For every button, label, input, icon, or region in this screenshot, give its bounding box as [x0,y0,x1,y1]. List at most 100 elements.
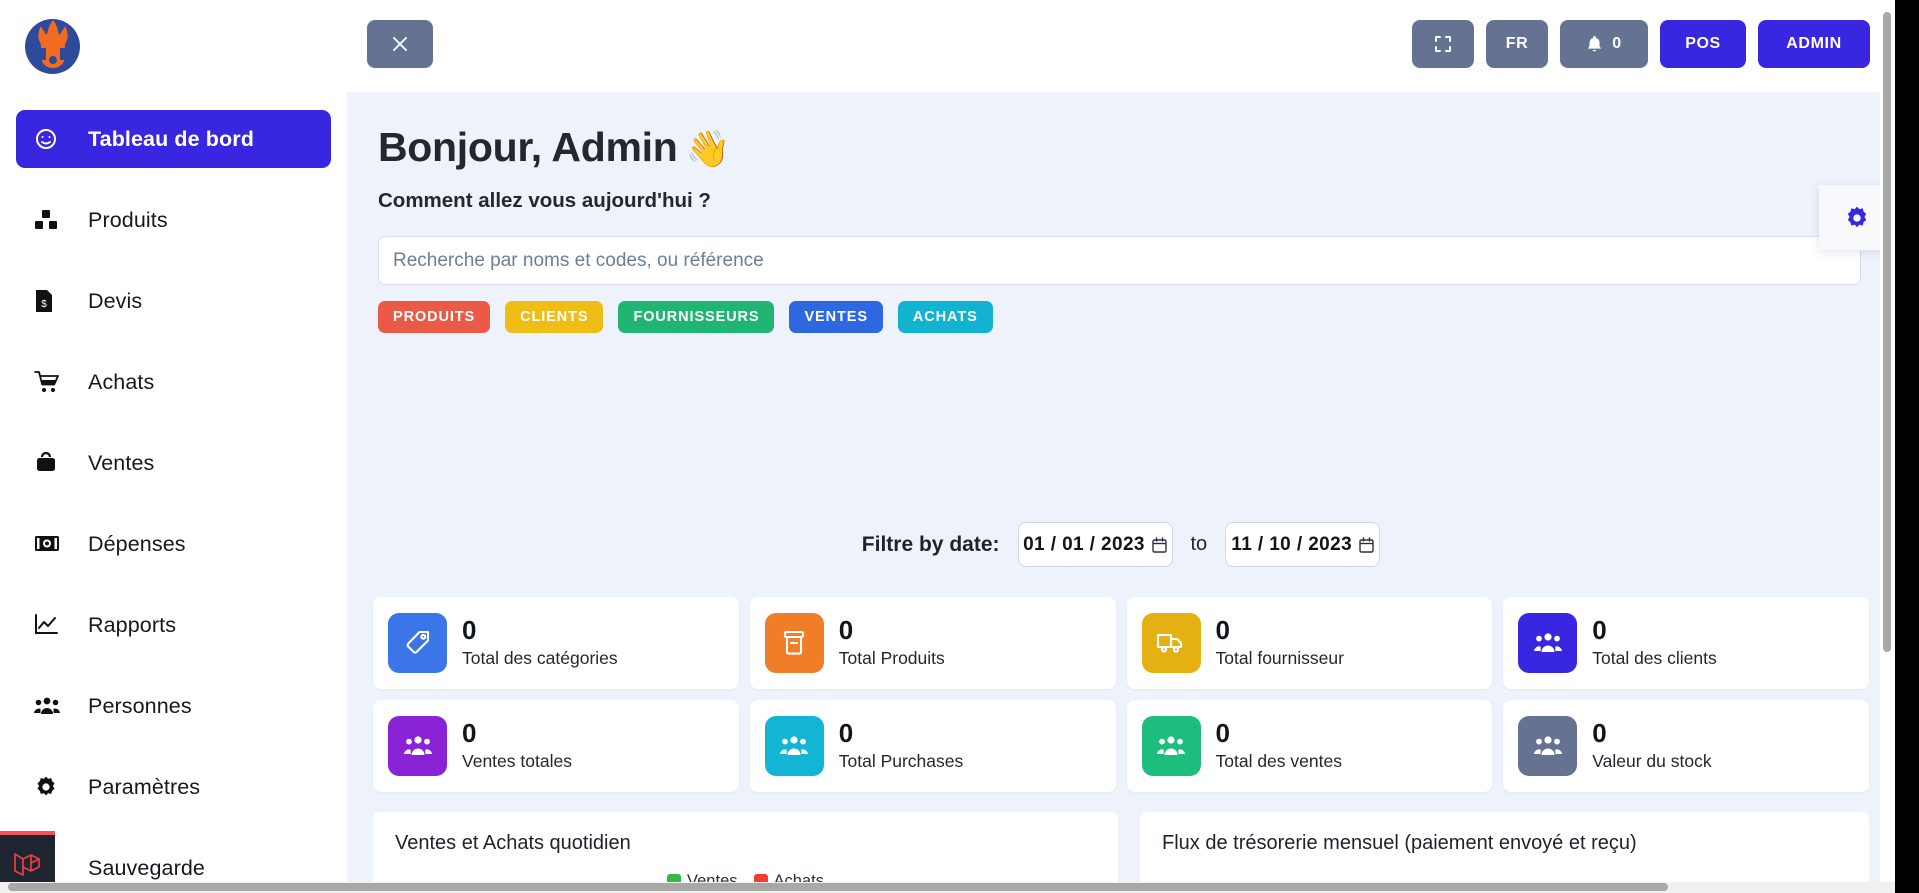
chip-clients[interactable]: CLIENTS [505,301,604,333]
stat-label: Total fournisseur [1215,648,1344,669]
gear-icon [1847,206,1867,227]
sidebar-item-label: Rapports [88,612,177,637]
close-button[interactable] [367,20,433,68]
users-icon [1141,716,1201,776]
chart-title: Flux de trésorerie mensuel (paiement env… [1162,832,1637,854]
calendar-icon [1152,536,1167,553]
stat-label: Total des ventes [1215,751,1342,772]
stat-card-total-clients[interactable]: 0 Total des clients [1503,597,1869,689]
users-icon [1518,613,1578,673]
stat-label: Total des clients [1592,648,1717,669]
firecat-logo-icon [38,20,68,68]
sidebar-item-parametres[interactable]: Paramètres [16,758,331,816]
chart-panel-monthly-cashflow: Flux de trésorerie mensuel (paiement env… [1140,812,1869,893]
sidebar-item-label: Devis [88,288,143,313]
stat-card-total-categories[interactable]: 0 Total des catégories [373,597,739,689]
bell-icon [1588,35,1602,51]
sidebar-item-depenses[interactable]: Dépenses [16,515,331,573]
language-button[interactable]: FR [1486,20,1548,68]
stat-label: Ventes totales [462,751,572,772]
quote-document-icon: $ [34,288,68,314]
sidebar-item-personnes[interactable]: Personnes [16,677,331,735]
main-content: Bonjour, Admin 👋 Comment allez vous aujou… [347,92,1895,893]
chart-title: Ventes et Achats quotidien [395,832,631,854]
admin-label: ADMIN [1786,35,1842,52]
stat-text: 0 Total Purchases [838,717,964,772]
stat-value: 0 [1215,717,1230,748]
stat-label: Total Purchases [838,751,964,772]
stat-value: 0 [1215,614,1230,645]
dashboard-icon [34,126,68,152]
date-from-input[interactable]: 01 / 01 / 2023 [1017,522,1173,567]
sidebar-item-label: Ventes [88,450,155,475]
stat-card-total-purchases[interactable]: 0 Total Purchases [749,700,1116,792]
laravel-logo-icon [13,853,40,876]
sidebar-item-devis[interactable]: $ Devis [16,272,331,330]
chip-fournisseurs[interactable]: FOURNISSEURS [618,301,775,333]
users-icon [1518,716,1578,776]
sidebar-item-produits[interactable]: Produits [16,191,331,249]
boxes-icon [34,207,68,233]
stat-label: Total Produits [838,648,945,669]
admin-button[interactable]: ADMIN [1758,20,1870,68]
window-right-gutter [1895,0,1919,893]
app-logo[interactable] [22,14,84,76]
sidebar-item-label: Produits [88,207,168,232]
stat-value: 0 [462,614,477,645]
date-filter: Filtre by date: 01 / 01 / 2023 to 11 / 1… [347,522,1895,567]
box-icon [764,613,824,673]
sidebar-item-label: Achats [88,369,155,394]
notifications-button[interactable]: 0 [1560,20,1648,68]
notification-count: 0 [1612,35,1622,52]
header-actions: FR 0 POS ADMIN [1412,20,1870,68]
date-range-separator: to [1190,533,1208,555]
stat-card-ventes-totales[interactable]: 0 Ventes totales [373,700,739,792]
pos-button[interactable]: POS [1660,20,1746,68]
date-filter-label: Filtre by date: [861,532,1000,556]
chip-ventes[interactable]: VENTES [789,301,883,333]
horizontal-scrollbar-thumb[interactable] [8,883,1668,891]
search-input[interactable] [378,236,1861,285]
stat-label: Valeur du stock [1592,751,1712,772]
users-icon [388,716,447,776]
date-to-value: 11 / 10 / 2023 [1231,533,1353,555]
sidebar-item-ventes[interactable]: Ventes [16,434,331,492]
page-title: Bonjour, Admin 👋 [378,124,730,171]
stats-grid: 0 Total des catégories 0 Total Produits [373,597,1869,792]
chip-produits[interactable]: PRODUITS [378,301,491,333]
stat-text: 0 Valeur du stock [1592,717,1712,772]
stat-value: 0 [1592,614,1607,645]
sidebar: Tableau de bord Produits $ Devis Achats … [0,0,347,893]
stat-value: 0 [838,614,854,645]
vertical-scrollbar-thumb[interactable] [1883,12,1891,652]
gear-icon [34,774,68,800]
date-to-input[interactable]: 11 / 10 / 2023 [1225,522,1381,567]
stat-card-total-produits[interactable]: 0 Total Produits [749,597,1116,689]
stat-card-valeur-du-stock[interactable]: 0 Valeur du stock [1503,700,1869,792]
language-label: FR [1505,35,1529,52]
stat-text: 0 Total des ventes [1215,717,1342,772]
sidebar-item-rapports[interactable]: Rapports [16,596,331,654]
greeting-text: Bonjour, Admin [378,124,678,170]
wave-emoji: 👋 [685,128,731,169]
truck-icon [1141,613,1201,673]
page-subtitle: Comment allez vous aujourd'hui ? [378,189,711,212]
stat-card-total-des-ventes[interactable]: 0 Total des ventes [1126,700,1493,792]
stat-value: 0 [838,717,854,748]
stat-value: 0 [1592,717,1607,748]
sidebar-item-label: Tableau de bord [88,126,254,151]
chart-panel-daily-sales-purchases: Ventes et Achats quotidien Ventes Achats… [373,812,1118,893]
quick-filter-chips: PRODUITS CLIENTS FOURNISSEURS VENTES ACH… [378,301,993,333]
sidebar-item-label: Paramètres [88,774,201,799]
stat-card-total-fournisseur[interactable]: 0 Total fournisseur [1126,597,1493,689]
stat-text: 0 Total fournisseur [1215,614,1344,669]
sidebar-item-label: Dépenses [88,531,186,556]
sidebar-item-achats[interactable]: Achats [16,353,331,411]
stat-text: 0 Total des clients [1592,614,1717,669]
svg-text:$: $ [41,299,47,310]
fullscreen-button[interactable] [1412,20,1474,68]
sidebar-item-tableau-de-bord[interactable]: Tableau de bord [16,110,331,168]
date-from-value: 01 / 01 / 2023 [1023,533,1145,555]
chip-achats[interactable]: ACHATS [897,301,993,333]
sidebar-item-label: Personnes [88,693,192,718]
